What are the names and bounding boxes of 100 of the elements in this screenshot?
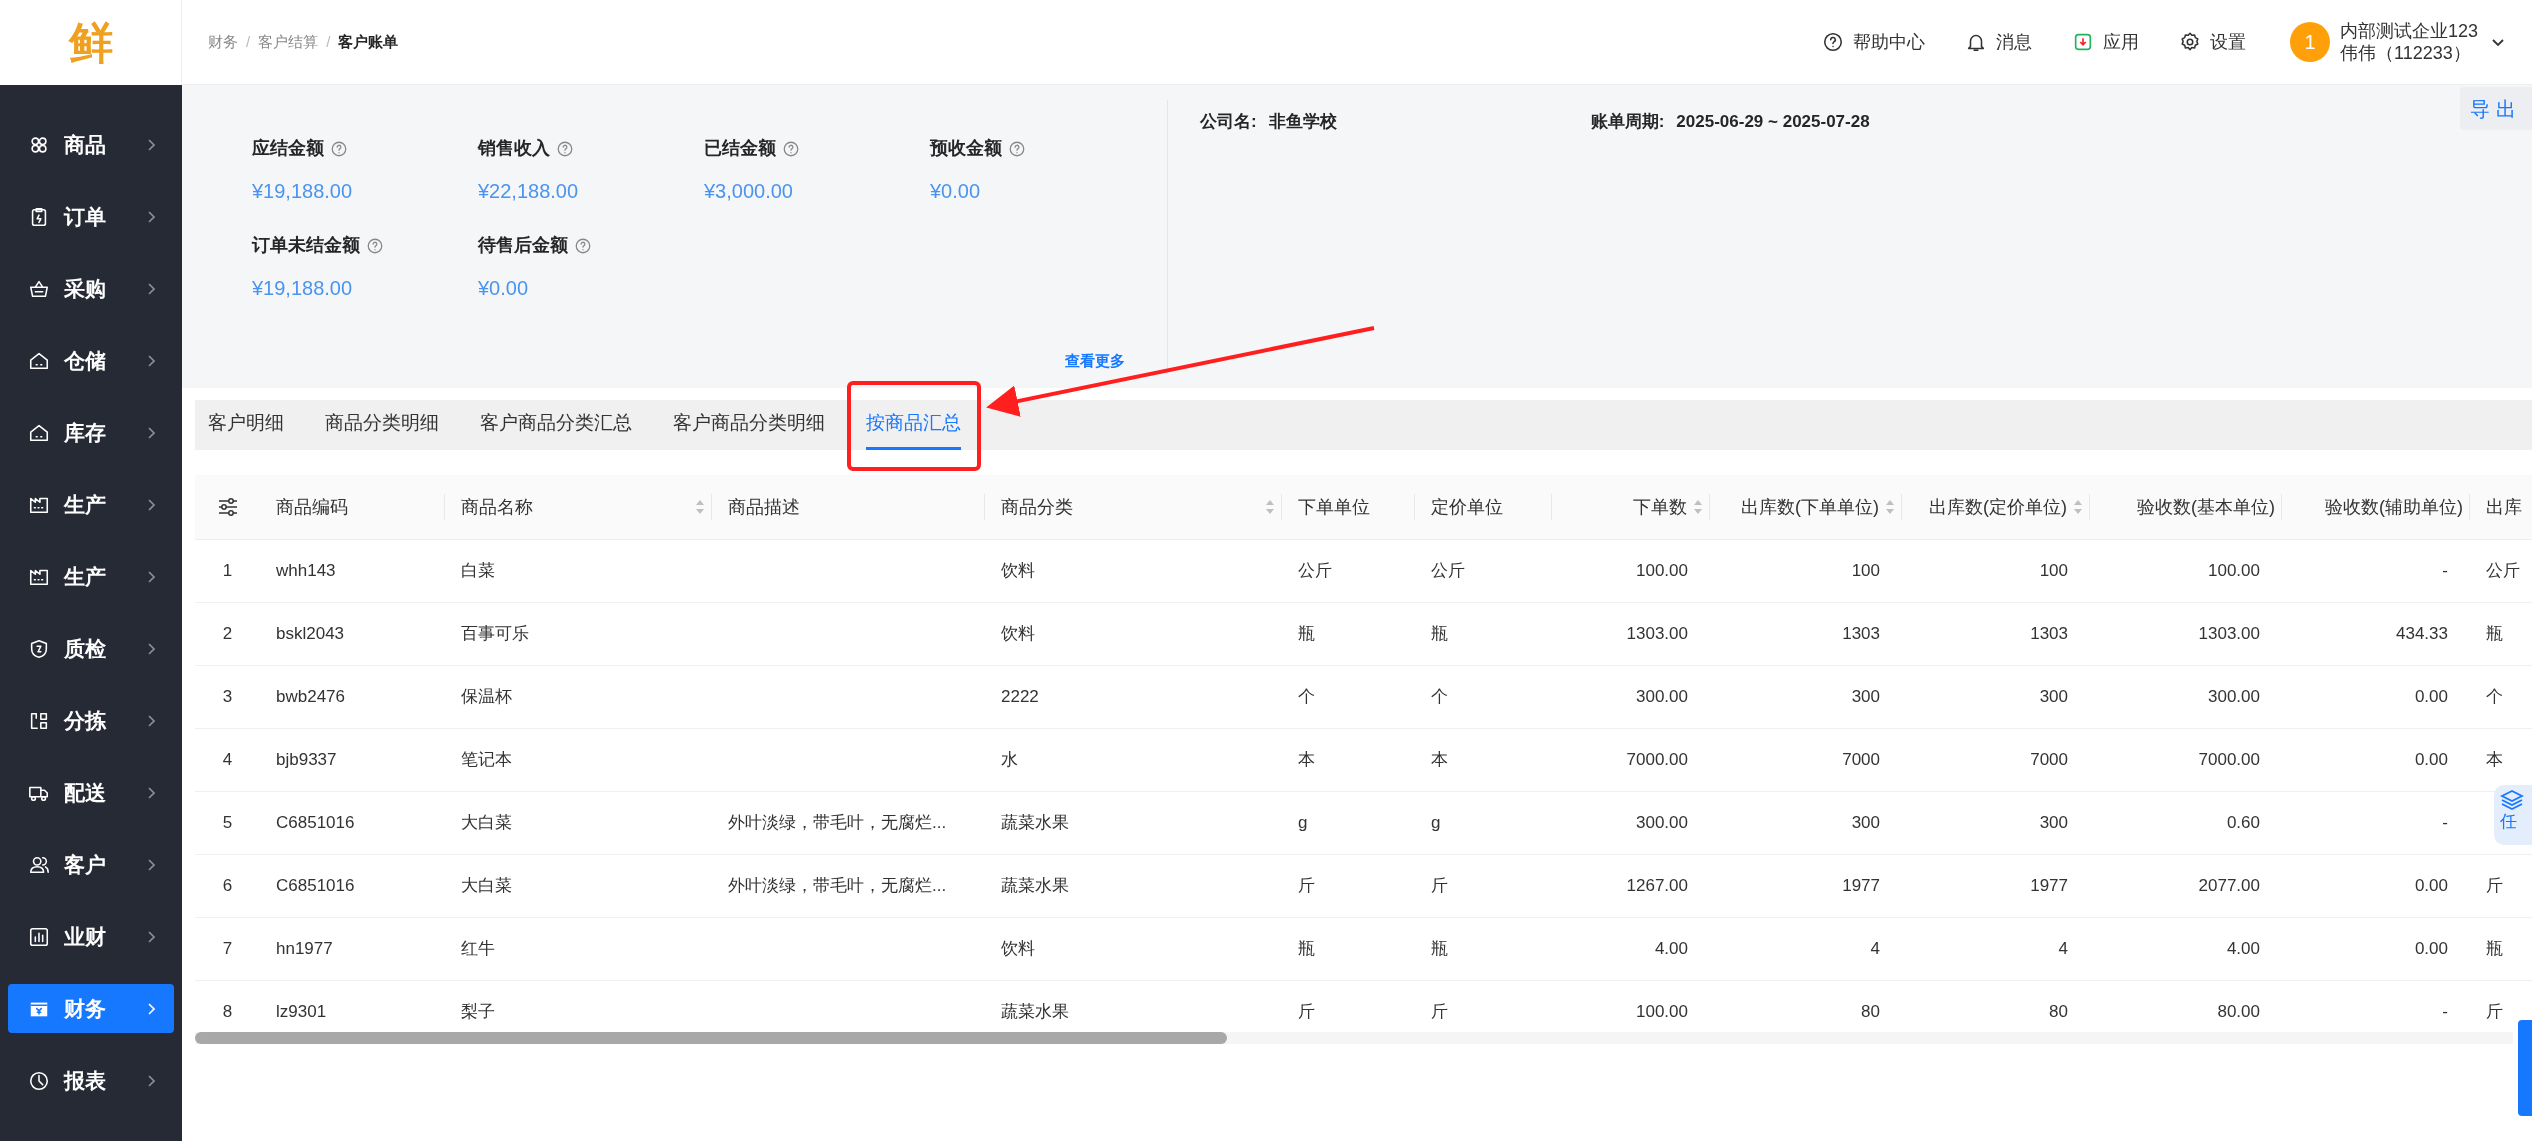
table-cell-text: 80 bbox=[2049, 1001, 2068, 1024]
sidebar-item[interactable]: 订单 bbox=[8, 192, 174, 241]
column-header[interactable]: 商品描述 bbox=[728, 493, 978, 521]
table-cell-text: 梨子 bbox=[461, 1001, 495, 1024]
column-header[interactable]: 下单数 bbox=[1633, 493, 1687, 521]
breadcrumb-link[interactable]: 财务 bbox=[208, 30, 238, 54]
metric-label: 已结金额 bbox=[704, 137, 776, 160]
metric-value: ¥19,188.00 bbox=[252, 179, 354, 204]
table-cell-text: g bbox=[1298, 812, 1308, 835]
table-cell-text: 瓶 bbox=[2486, 623, 2503, 646]
sidebar-item[interactable]: 商品 bbox=[8, 120, 174, 169]
chevron-right-icon bbox=[146, 1001, 158, 1016]
column-header[interactable]: 出库数(下单单位) bbox=[1741, 493, 1879, 521]
table-cell-text: 2222 bbox=[1001, 686, 1039, 709]
table-cell-text: 饮料 bbox=[1001, 623, 1035, 646]
column-header[interactable]: 商品名称 bbox=[461, 493, 689, 521]
metric-label: 预收金额 bbox=[930, 137, 1002, 160]
table-cell-text: 外叶淡绿，带毛叶，无腐烂... bbox=[728, 875, 947, 898]
help-icon[interactable] bbox=[1821, 31, 1844, 53]
tab[interactable]: 商品分类明细 bbox=[325, 400, 439, 450]
sort-icon[interactable] bbox=[695, 498, 705, 516]
table-cell-text: 斤 bbox=[1298, 1001, 1315, 1024]
period-value: 2025-06-29 ~ 2025-07-28 bbox=[1676, 111, 1870, 133]
table-cell-text: 1977 bbox=[1842, 875, 1880, 898]
table-cell-text: 2077.00 bbox=[2198, 875, 2260, 898]
chevron-right-icon bbox=[146, 641, 158, 656]
tab[interactable]: 客户明细 bbox=[208, 400, 284, 450]
column-header[interactable]: 验收数(基本单位) bbox=[2137, 493, 2275, 521]
export-button[interactable]: 导出 bbox=[2460, 87, 2532, 130]
column-header[interactable]: 定价单位 bbox=[1431, 493, 1545, 521]
sidebar-item[interactable]: 质检 bbox=[8, 624, 174, 673]
table-cell-text: 斤 bbox=[2486, 875, 2503, 898]
table-cell-text: 100 bbox=[1851, 560, 1880, 583]
table-cell-text: 斤 bbox=[1431, 875, 1448, 898]
chevron-right-icon bbox=[146, 497, 158, 512]
tab[interactable]: 客户商品分类汇总 bbox=[480, 400, 632, 450]
sort-icon[interactable] bbox=[1693, 498, 1703, 516]
table-cell-text: 100 bbox=[2039, 560, 2068, 583]
column-header[interactable]: 下单单位 bbox=[1298, 493, 1408, 521]
sidebar-item[interactable]: 库存 bbox=[8, 408, 174, 457]
table-cell-text: 1303.00 bbox=[2198, 623, 2260, 646]
header-link[interactable]: 帮助中心 bbox=[1852, 28, 1925, 56]
breadcrumb-link[interactable]: 客户结算 bbox=[258, 30, 319, 54]
header-link[interactable]: 设置 bbox=[2209, 28, 2246, 56]
sidebar-item[interactable]: 分拣 bbox=[8, 696, 174, 745]
table-cell-text: 0.00 bbox=[2414, 875, 2448, 898]
sidebar-item[interactable]: 配送 bbox=[8, 768, 174, 817]
sidebar-item[interactable]: 业财 bbox=[8, 912, 174, 961]
bar-chart-icon bbox=[28, 925, 50, 948]
column-header[interactable]: 出库数(定价单位) bbox=[1929, 493, 2067, 521]
table-cell-text: 水 bbox=[1001, 749, 1018, 772]
column-settings-icon[interactable] bbox=[216, 497, 239, 517]
table-cell-text: - bbox=[2442, 812, 2448, 835]
sidebar-item[interactable]: 客户 bbox=[8, 840, 174, 889]
table-cell-text: 外叶淡绿，带毛叶，无腐烂... bbox=[728, 812, 947, 835]
chevron-right-icon bbox=[146, 353, 158, 368]
widget-label: 任 bbox=[2500, 813, 2517, 830]
table-cell-text: 瓶 bbox=[1298, 938, 1315, 961]
table-cell-text: bwb2476 bbox=[276, 686, 345, 709]
column-header[interactable]: 商品分类 bbox=[1001, 493, 1259, 521]
chevron-right-icon bbox=[146, 209, 158, 224]
table-cell-text: 瓶 bbox=[1431, 623, 1448, 646]
header-link[interactable]: 消息 bbox=[1995, 28, 2032, 56]
sidebar-item[interactable]: 财务 bbox=[8, 984, 174, 1033]
sort-icon[interactable] bbox=[1885, 498, 1895, 516]
metric-label: 订单未结金额 bbox=[252, 234, 360, 257]
table-cell-text: g bbox=[1431, 812, 1441, 835]
tab[interactable]: 客户商品分类明细 bbox=[673, 400, 825, 450]
column-header[interactable]: 商品编码 bbox=[276, 493, 438, 521]
table-cell-text: 百事可乐 bbox=[461, 623, 529, 646]
sort-icon[interactable] bbox=[2073, 498, 2083, 516]
metric-value: ¥3,000.00 bbox=[704, 179, 794, 204]
column-header[interactable]: 验收数(辅助单位) bbox=[2325, 493, 2463, 521]
table-cell-text: 0.00 bbox=[2414, 686, 2448, 709]
table-cell-text: 0.00 bbox=[2414, 749, 2448, 772]
table-cell-text: 瓶 bbox=[2486, 938, 2503, 961]
header-link[interactable]: 应用 bbox=[2102, 28, 2139, 56]
table-cell-text: 100.00 bbox=[1636, 560, 1688, 583]
table-cell-text: 434.33 bbox=[2396, 623, 2448, 646]
chevron-right-icon bbox=[146, 137, 158, 152]
table-cell-text: C6851016 bbox=[276, 812, 355, 835]
company-label: 公司名: bbox=[1200, 111, 1257, 133]
table-cell-text: 瓶 bbox=[1431, 938, 1448, 961]
sidebar-item[interactable]: 采购 bbox=[8, 264, 174, 313]
metric-value: ¥0.00 bbox=[478, 276, 530, 301]
sidebar-item[interactable]: 生产 bbox=[8, 480, 174, 529]
table-cell-text: whh143 bbox=[276, 560, 336, 583]
sidebar-item[interactable]: 报表 bbox=[8, 1056, 174, 1105]
horizontal-scrollbar[interactable] bbox=[195, 1032, 2513, 1044]
table-cell-text: 300.00 bbox=[1636, 686, 1688, 709]
layers-icon bbox=[2500, 789, 2524, 811]
sort-icon[interactable] bbox=[1265, 498, 1275, 516]
chevron-right-icon bbox=[146, 281, 158, 296]
sidebar-item[interactable]: 生产 bbox=[8, 552, 174, 601]
table-cell-text: 斤 bbox=[1431, 1001, 1448, 1024]
table-cell-text: 1267.00 bbox=[1626, 875, 1688, 898]
view-more-link[interactable]: 查看更多 bbox=[1065, 349, 1125, 372]
tab[interactable]: 按商品汇总 bbox=[866, 400, 961, 450]
column-header[interactable]: 出库 bbox=[2486, 493, 2532, 521]
sidebar-item[interactable]: 仓储 bbox=[8, 336, 174, 385]
